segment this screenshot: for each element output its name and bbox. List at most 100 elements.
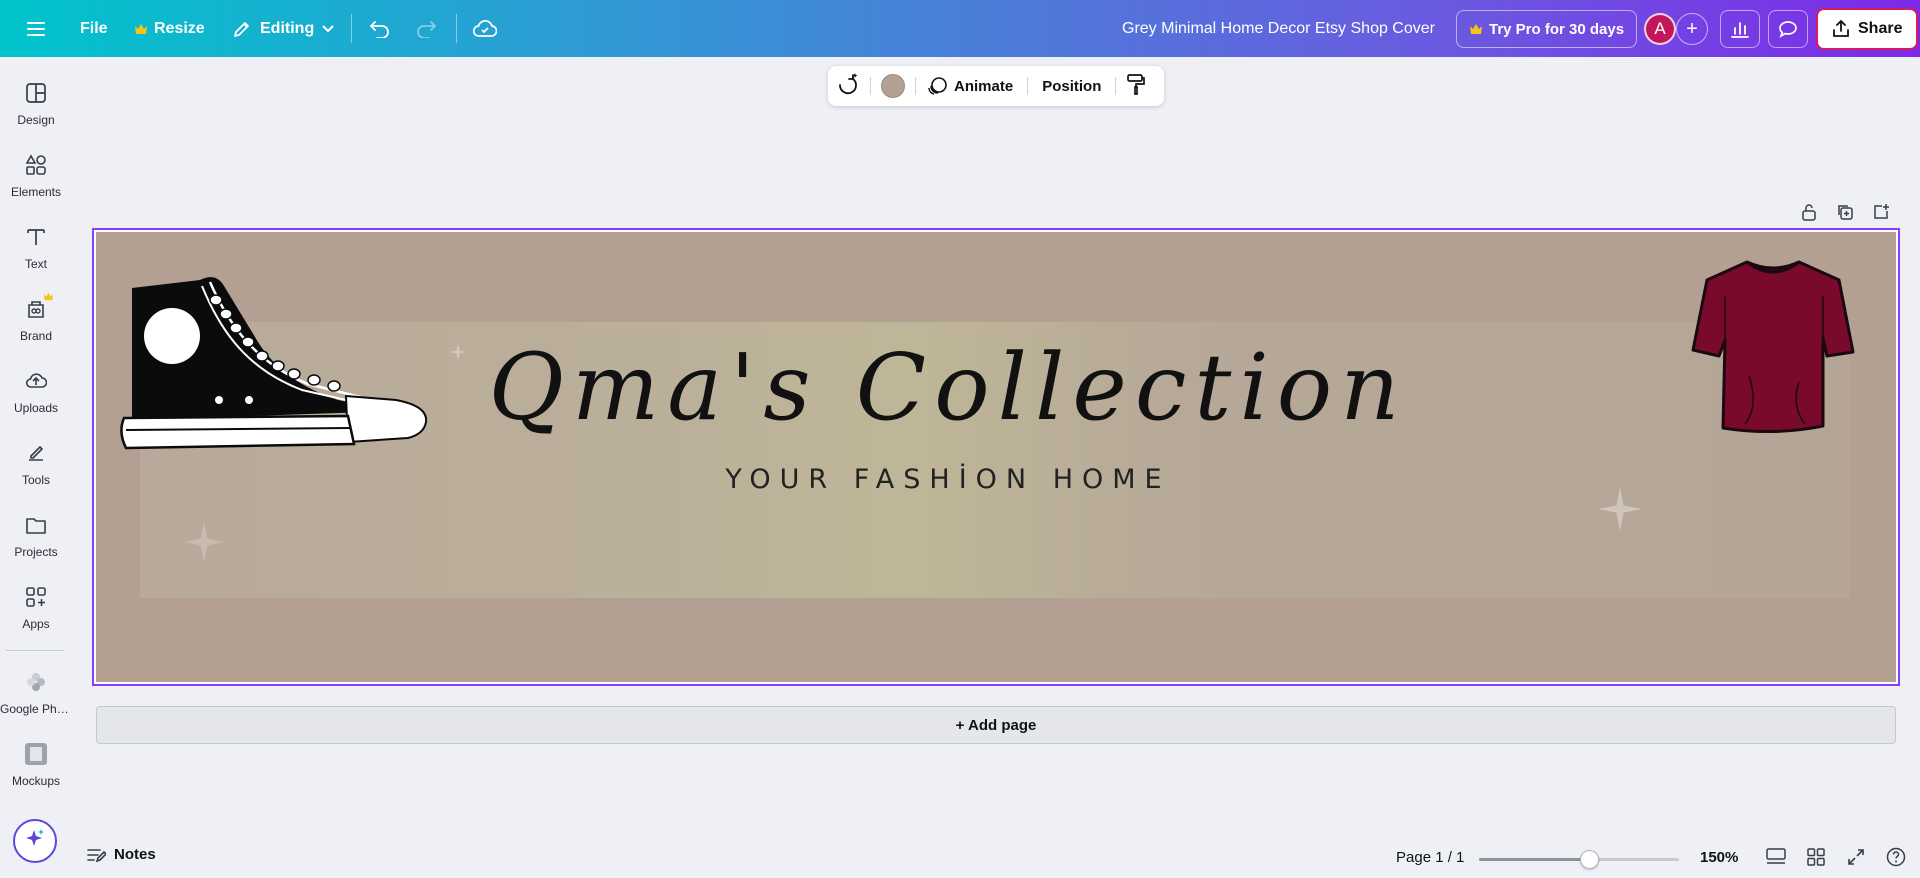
try-pro-button[interactable]: Try Pro for 30 days bbox=[1456, 10, 1638, 48]
sidebar-item-label: Elements bbox=[10, 185, 62, 199]
google-photos-icon bbox=[23, 669, 49, 695]
user-avatar[interactable]: A bbox=[1644, 13, 1676, 45]
sidebar-item-apps[interactable]: Apps bbox=[0, 576, 72, 642]
uploads-icon bbox=[23, 368, 49, 394]
sidebar-divider bbox=[6, 650, 64, 651]
animate-button[interactable]: Animate bbox=[916, 66, 1027, 106]
duplicate-page-button[interactable] bbox=[1833, 202, 1857, 226]
cloud-check-icon bbox=[473, 20, 497, 38]
magic-assistant-button[interactable] bbox=[13, 819, 57, 863]
zoom-slider-track[interactable] bbox=[1479, 858, 1679, 861]
design-title-text[interactable]: Qma's Collection bbox=[96, 334, 1800, 441]
page-indicator[interactable]: Page 1 / 1 bbox=[1396, 849, 1464, 866]
chevron-down-icon bbox=[322, 25, 334, 33]
zoom-slider-fill bbox=[1479, 858, 1589, 861]
document-title-text: Grey Minimal Home Decor Etsy Shop Cover bbox=[1122, 20, 1435, 37]
add-page-label: + Add page bbox=[955, 716, 1037, 734]
plus-icon: + bbox=[1686, 17, 1698, 40]
file-menu-button[interactable]: File bbox=[68, 9, 120, 49]
page-view-icon bbox=[1766, 847, 1786, 871]
sidebar-item-tools[interactable]: Tools bbox=[0, 432, 72, 498]
projects-icon bbox=[23, 512, 49, 538]
notes-button[interactable]: Notes bbox=[86, 846, 156, 863]
save-status-button[interactable] bbox=[465, 9, 505, 49]
crown-icon bbox=[1469, 23, 1483, 35]
sidebar-item-label: Text bbox=[24, 257, 47, 271]
tools-icon bbox=[23, 440, 49, 466]
comment-icon bbox=[1778, 19, 1798, 39]
sidebar-item-label: Apps bbox=[22, 617, 50, 631]
share-label: Share bbox=[1858, 20, 1903, 37]
grid-view-icon bbox=[1807, 847, 1825, 871]
crown-icon bbox=[134, 23, 148, 35]
element-context-toolbar: Animate Position bbox=[828, 66, 1164, 106]
color-picker-button[interactable] bbox=[871, 66, 915, 106]
brand-icon bbox=[23, 292, 53, 322]
undo-button[interactable] bbox=[360, 9, 400, 49]
text-icon bbox=[23, 224, 49, 250]
help-button[interactable] bbox=[1882, 846, 1910, 872]
position-label: Position bbox=[1042, 77, 1102, 95]
apps-icon bbox=[23, 584, 49, 610]
avatar-initial: A bbox=[1654, 19, 1666, 38]
paint-roller-icon bbox=[1126, 73, 1146, 99]
sparkle-icon bbox=[24, 828, 46, 855]
duplicate-icon bbox=[1836, 203, 1854, 226]
sidebar-item-label: Design bbox=[17, 113, 55, 127]
sidebar-item-label: Brand bbox=[19, 329, 53, 343]
sidebar-item-google-photos[interactable]: Google Pho... bbox=[0, 661, 72, 727]
resize-button[interactable]: Resize bbox=[122, 9, 217, 49]
sidebar-item-brand[interactable]: Brand bbox=[0, 288, 72, 354]
fullscreen-button[interactable] bbox=[1842, 846, 1870, 872]
sidebar-item-mockups[interactable]: Mockups bbox=[0, 733, 72, 799]
sidebar-item-uploads[interactable]: Uploads bbox=[0, 360, 72, 426]
help-icon bbox=[1886, 847, 1906, 872]
top-bar: File Resize Editing Grey Minimal Home De… bbox=[0, 0, 1920, 57]
ai-edit-button[interactable] bbox=[828, 66, 870, 106]
sidebar-item-elements[interactable]: Elements bbox=[0, 144, 72, 210]
sidebar-item-label: Projects bbox=[14, 545, 58, 559]
position-button[interactable]: Position bbox=[1028, 66, 1115, 106]
page-view-button[interactable] bbox=[1762, 846, 1790, 872]
crown-icon bbox=[44, 292, 53, 301]
add-page-button[interactable]: + Add page bbox=[96, 706, 1896, 744]
design-page[interactable]: Qma's Collection YOUR FASHİON HOME bbox=[96, 232, 1896, 682]
redo-icon bbox=[415, 20, 437, 38]
add-page-icon bbox=[1872, 203, 1890, 226]
sidebar-item-text[interactable]: Text bbox=[0, 216, 72, 282]
zoom-level[interactable]: 150% bbox=[1700, 849, 1738, 866]
design-canvas[interactable]: Qma's Collection YOUR FASHİON HOME bbox=[92, 228, 1900, 686]
add-people-button[interactable]: + bbox=[1676, 13, 1708, 45]
comments-button[interactable] bbox=[1768, 10, 1808, 48]
lock-page-button[interactable] bbox=[1797, 202, 1821, 226]
sidebar-item-design[interactable]: Design bbox=[0, 72, 72, 138]
sparkle-icon bbox=[184, 522, 224, 562]
animate-label: Animate bbox=[954, 77, 1014, 95]
editing-mode-label: Editing bbox=[260, 20, 315, 37]
grid-view-button[interactable] bbox=[1802, 846, 1830, 872]
insights-button[interactable] bbox=[1720, 10, 1760, 48]
notes-label: Notes bbox=[114, 846, 156, 863]
sidebar-item-label: Google Pho... bbox=[0, 702, 72, 716]
design-subtitle-text[interactable]: YOUR FASHİON HOME bbox=[96, 464, 1800, 495]
sidebar-item-projects[interactable]: Projects bbox=[0, 504, 72, 570]
design-icon bbox=[23, 80, 49, 106]
redo-button[interactable] bbox=[406, 9, 446, 49]
zoom-slider-thumb[interactable] bbox=[1580, 850, 1599, 869]
add-page-top-button[interactable] bbox=[1869, 202, 1893, 226]
editing-mode-dropdown[interactable]: Editing bbox=[220, 9, 346, 49]
share-button[interactable]: Share bbox=[1816, 8, 1919, 50]
color-swatch bbox=[881, 74, 905, 98]
bar-chart-icon bbox=[1730, 19, 1750, 39]
pencil-icon bbox=[232, 19, 252, 39]
resize-label: Resize bbox=[154, 20, 205, 37]
undo-icon bbox=[369, 20, 391, 38]
copy-style-button[interactable] bbox=[1116, 66, 1156, 106]
refresh-sparkle-icon bbox=[836, 73, 860, 99]
document-title[interactable]: Grey Minimal Home Decor Etsy Shop Cover bbox=[1110, 9, 1447, 49]
main-menu-button[interactable] bbox=[16, 9, 56, 49]
sidebar-item-label: Tools bbox=[21, 473, 50, 487]
elements-icon bbox=[23, 152, 49, 178]
share-upload-icon bbox=[1832, 20, 1850, 38]
animate-icon bbox=[928, 76, 948, 96]
